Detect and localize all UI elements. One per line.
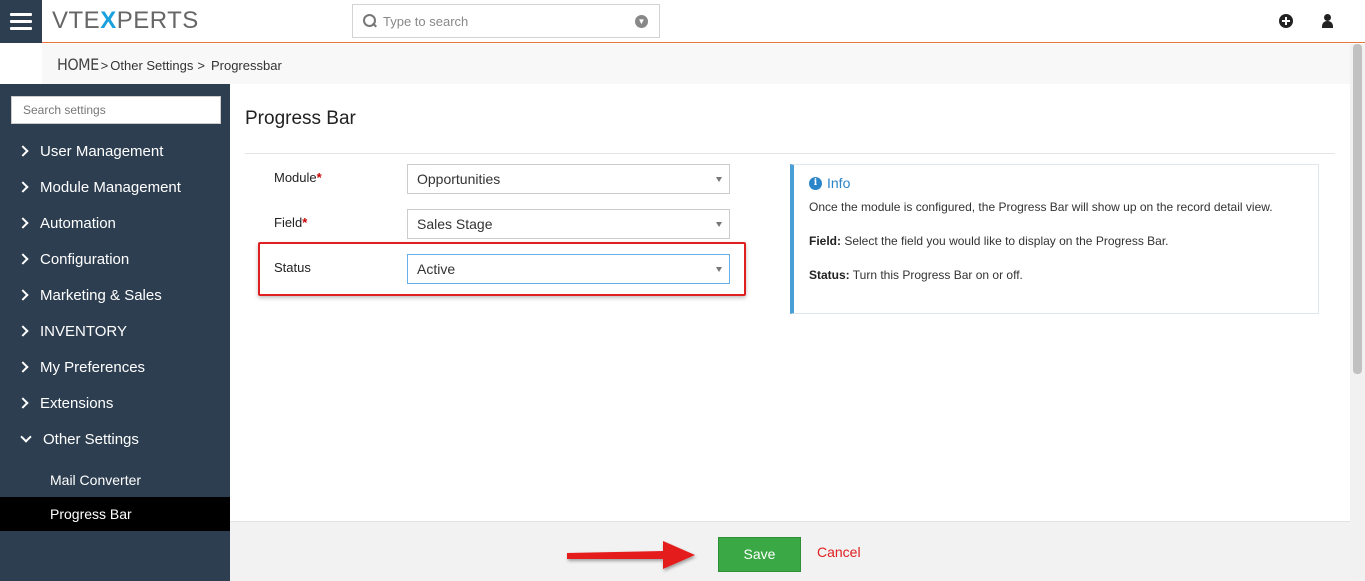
main-content: Progress Bar Module* Opportunities Field… <box>230 84 1350 581</box>
info-status-label: Status: <box>809 268 850 282</box>
breadcrumb-home[interactable]: HOME <box>57 55 99 74</box>
module-select-value: Opportunities <box>417 171 501 187</box>
sidebar-subitem-mail-converter[interactable]: Mail Converter <box>0 463 230 497</box>
sidebar-item-label: Configuration <box>40 250 130 268</box>
logo-text-x: X <box>100 7 117 34</box>
dropdown-arrow-icon <box>716 267 722 272</box>
sidebar-item-marketing-sales[interactable]: Marketing & Sales <box>0 277 230 313</box>
chevron-right-icon <box>17 145 29 157</box>
module-label: Module* <box>274 170 322 185</box>
status-select[interactable]: Active <box>407 254 730 284</box>
global-search-input[interactable]: Type to search ▼ <box>352 4 660 38</box>
sidebar-item-label: Module Management <box>40 178 181 196</box>
info-title: i Info <box>809 175 1302 191</box>
chevron-right-icon <box>17 325 29 337</box>
chevron-right-icon <box>17 181 29 193</box>
field-select[interactable]: Sales Stage <box>407 209 730 239</box>
breadcrumb-spacer <box>0 44 42 84</box>
sidebar-subitem-progress-bar[interactable]: Progress Bar <box>0 497 230 531</box>
sidebar-item-label: INVENTORY <box>40 322 127 340</box>
settings-search-input[interactable]: Search settings <box>11 96 221 124</box>
chevron-right-icon <box>17 289 29 301</box>
field-row: Field* Sales Stage <box>274 209 734 239</box>
module-select[interactable]: Opportunities <box>407 164 730 194</box>
cancel-link[interactable]: Cancel <box>817 544 861 560</box>
breadcrumb-bar: HOME > Other Settings > Progressbar <box>0 44 1350 84</box>
logo-text-perts: PERTS <box>116 7 199 34</box>
user-icon[interactable] <box>1321 14 1335 28</box>
breadcrumb: HOME > Other Settings > Progressbar <box>57 55 282 74</box>
sidebar-item-module-management[interactable]: Module Management <box>0 169 230 205</box>
sidebar-item-label: Extensions <box>40 394 114 412</box>
plus-icon[interactable] <box>1279 14 1293 28</box>
logo[interactable]: VTE X PERTS <box>52 7 199 34</box>
sidebar-item-label: User Management <box>40 142 164 160</box>
info-field-label: Field: <box>809 234 841 248</box>
breadcrumb-progressbar: Progressbar <box>210 58 282 73</box>
field-select-value: Sales Stage <box>417 216 493 232</box>
title-divider <box>245 153 1335 154</box>
status-label: Status <box>274 260 311 275</box>
red-arrow-annotation <box>567 541 695 569</box>
chevron-right-icon <box>17 217 29 229</box>
sidebar-item-user-management[interactable]: User Management <box>0 133 230 169</box>
field-label: Field* <box>274 215 307 230</box>
dropdown-arrow-icon <box>716 177 722 182</box>
sidebar-item-inventory[interactable]: INVENTORY <box>0 313 230 349</box>
sidebar-item-label: My Preferences <box>40 358 146 376</box>
sidebar-item-configuration[interactable]: Configuration <box>0 241 230 277</box>
info-status-help: Status: Turn this Progress Bar on or off… <box>809 267 1302 283</box>
chevron-right-icon <box>17 397 29 409</box>
form-footer: Save Cancel <box>230 521 1350 581</box>
top-header: VTE X PERTS Type to search ▼ <box>0 0 1365 43</box>
menu-icon[interactable] <box>0 0 42 43</box>
dropdown-arrow-icon <box>716 222 722 227</box>
page-scrollbar[interactable] <box>1350 44 1365 581</box>
status-select-value: Active <box>417 261 456 277</box>
info-status-text: Turn this Progress Bar on or off. <box>849 268 1023 282</box>
sidebar-item-my-preferences[interactable]: My Preferences <box>0 349 230 385</box>
sidebar-item-label: Automation <box>40 214 116 232</box>
sidebar-item-automation[interactable]: Automation <box>0 205 230 241</box>
required-marker: * <box>316 170 322 185</box>
required-marker: * <box>302 215 308 230</box>
save-button[interactable]: Save <box>718 537 801 572</box>
breadcrumb-separator: > <box>197 58 205 73</box>
sidebar-item-extensions[interactable]: Extensions <box>0 385 230 421</box>
info-field-text: Select the field you would like to displ… <box>841 234 1169 248</box>
status-row: Status Active <box>274 254 734 284</box>
module-row: Module* Opportunities <box>274 164 734 194</box>
search-icon <box>363 14 377 28</box>
sidebar-item-label: Other Settings <box>43 430 139 448</box>
settings-sidebar: Search settings User Management Module M… <box>0 84 230 581</box>
logo-text-vt: VTE <box>52 7 101 34</box>
sidebar-item-label: Marketing & Sales <box>40 286 162 304</box>
sidebar-item-other-settings[interactable]: Other Settings <box>0 421 230 457</box>
page-title: Progress Bar <box>245 108 356 129</box>
info-intro: Once the module is configured, the Progr… <box>809 200 1273 214</box>
info-icon: i <box>809 176 822 190</box>
search-placeholder: Type to search <box>383 13 469 29</box>
scrollbar-thumb[interactable] <box>1353 44 1362 374</box>
breadcrumb-separator: > <box>100 58 109 73</box>
module-label-text: Module <box>274 170 317 185</box>
field-label-text: Field <box>274 215 303 230</box>
info-title-text: Info <box>827 175 851 191</box>
chevron-right-icon <box>17 361 29 373</box>
info-panel: i Info Once the module is configured, the… <box>790 164 1319 314</box>
chevron-right-icon <box>17 253 29 265</box>
chevron-down-icon <box>20 430 32 443</box>
chevron-down-icon[interactable]: ▼ <box>635 15 648 28</box>
info-field-help: Field: Select the field you would like t… <box>809 233 1302 249</box>
breadcrumb-other-settings[interactable]: Other Settings <box>110 58 193 73</box>
